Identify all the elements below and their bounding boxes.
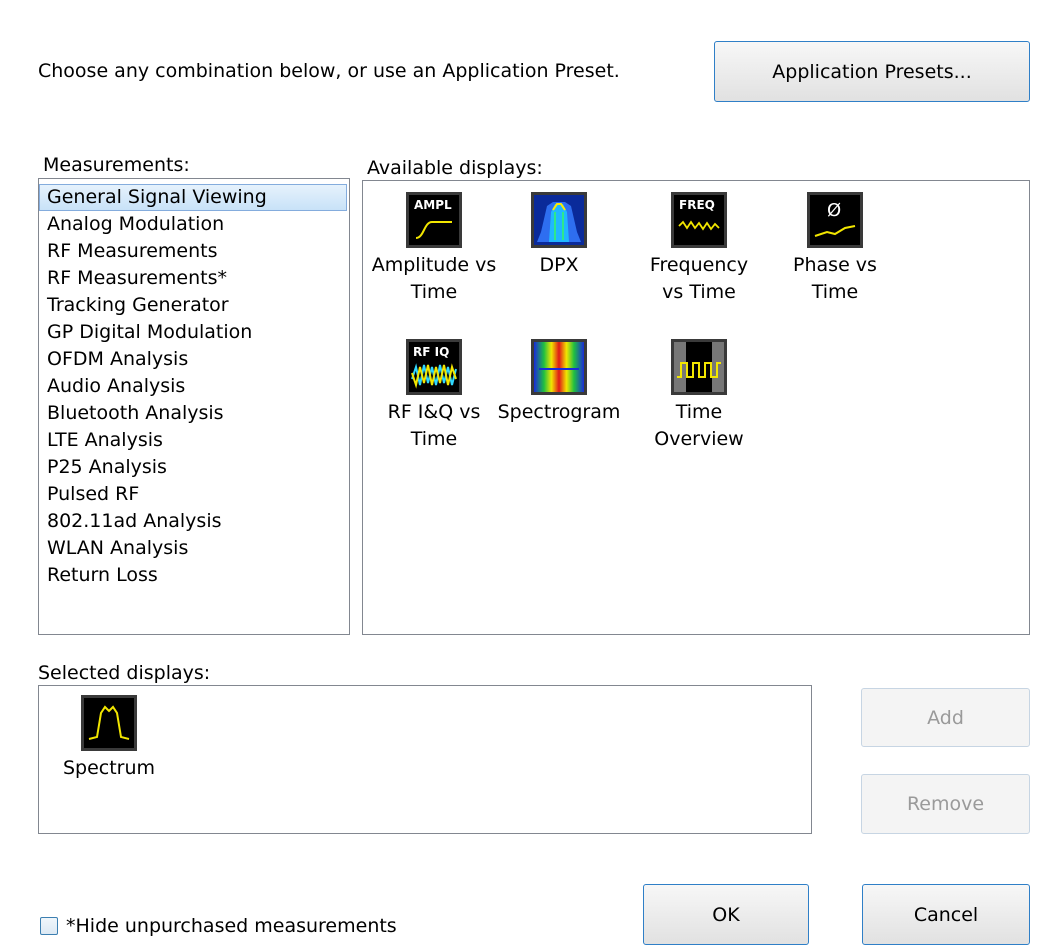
measurement-item[interactable]: Bluetooth Analysis xyxy=(39,400,349,427)
amplitude-vs-time-icon: AMPL xyxy=(406,192,462,248)
display-tile-rf-iq-vs-time[interactable]: RF IQ RF I&Q vs Time xyxy=(364,339,504,453)
measurement-item[interactable]: GP Digital Modulation xyxy=(39,319,349,346)
display-tile-label: Spectrogram xyxy=(497,401,621,423)
intro-text: Choose any combination below, or use an … xyxy=(38,60,620,82)
measurement-item[interactable]: OFDM Analysis xyxy=(39,346,349,373)
display-tile-label: Frequency xyxy=(649,254,749,276)
spectrum-icon xyxy=(81,695,137,751)
measurement-item[interactable]: Audio Analysis xyxy=(39,373,349,400)
svg-text:RF IQ: RF IQ xyxy=(413,345,449,359)
display-tile-label: Time xyxy=(811,281,859,303)
measurement-item[interactable]: P25 Analysis xyxy=(39,454,349,481)
dpx-icon xyxy=(531,192,587,248)
selected-displays-panel[interactable]: Spectrum xyxy=(38,685,812,834)
svg-text:FREQ: FREQ xyxy=(679,198,715,212)
measurement-item[interactable]: 802.11ad Analysis xyxy=(39,508,349,535)
rf-iq-vs-time-icon: RF IQ xyxy=(406,339,462,395)
application-presets-button[interactable]: Application Presets... xyxy=(714,41,1030,102)
display-tile-dpx[interactable]: DPX xyxy=(489,192,629,279)
available-displays-panel[interactable]: AMPL Amplitude vs Time DPX FREQ Frequenc… xyxy=(362,180,1030,635)
selected-displays-label: Selected displays: xyxy=(38,662,211,684)
display-tile-label: Time xyxy=(410,428,458,450)
display-tile-label: Time xyxy=(410,281,458,303)
ok-button[interactable]: OK xyxy=(643,884,809,945)
display-tile-label: vs Time xyxy=(662,281,736,303)
display-tile-label: Amplitude vs xyxy=(371,254,497,276)
measurement-item[interactable]: RF Measurements* xyxy=(39,265,349,292)
add-button[interactable]: Add xyxy=(861,688,1030,747)
display-tile-amplitude-vs-time[interactable]: AMPL Amplitude vs Time xyxy=(364,192,504,306)
frequency-vs-time-icon: FREQ xyxy=(671,192,727,248)
selected-tile-label: Spectrum xyxy=(62,757,156,779)
measurement-item[interactable]: LTE Analysis xyxy=(39,427,349,454)
measurements-list[interactable]: General Signal Viewing Analog Modulation R… xyxy=(38,178,350,635)
cancel-button[interactable]: Cancel xyxy=(862,884,1030,945)
svg-text:AMPL: AMPL xyxy=(414,198,452,212)
display-tile-frequency-vs-time[interactable]: FREQ Frequency vs Time xyxy=(629,192,769,306)
measurements-label: Measurements: xyxy=(43,154,190,176)
display-tile-label: Time xyxy=(675,401,723,423)
available-displays-label: Available displays: xyxy=(367,157,543,179)
display-tile-spectrogram[interactable]: Spectrogram xyxy=(489,339,629,426)
measurement-item[interactable]: WLAN Analysis xyxy=(39,535,349,562)
display-tile-label: Overview xyxy=(654,428,744,450)
display-tile-time-overview[interactable]: Time Overview xyxy=(629,339,769,453)
measurement-item[interactable]: Analog Modulation xyxy=(39,211,349,238)
display-tile-phase-vs-time[interactable]: Ø Phase vs Time xyxy=(765,192,905,306)
measurement-item[interactable]: Tracking Generator xyxy=(39,292,349,319)
measurement-item[interactable]: General Signal Viewing xyxy=(39,184,347,211)
display-tile-label: Phase vs xyxy=(793,254,877,276)
remove-button[interactable]: Remove xyxy=(861,774,1030,834)
measurement-item[interactable]: Return Loss xyxy=(39,562,349,589)
measurement-item[interactable]: RF Measurements xyxy=(39,238,349,265)
selected-tile-spectrum[interactable]: Spectrum xyxy=(54,695,164,782)
hide-unpurchased-checkbox[interactable] xyxy=(40,917,58,935)
hide-unpurchased-label[interactable]: *Hide unpurchased measurements xyxy=(66,915,397,937)
phase-vs-time-icon: Ø xyxy=(807,192,863,248)
display-tile-label: RF I&Q vs xyxy=(387,401,481,423)
time-overview-icon xyxy=(671,339,727,395)
svg-text:Ø: Ø xyxy=(827,200,841,221)
display-tile-label: DPX xyxy=(539,254,579,276)
measurement-item[interactable]: Pulsed RF xyxy=(39,481,349,508)
spectrogram-icon xyxy=(531,339,587,395)
